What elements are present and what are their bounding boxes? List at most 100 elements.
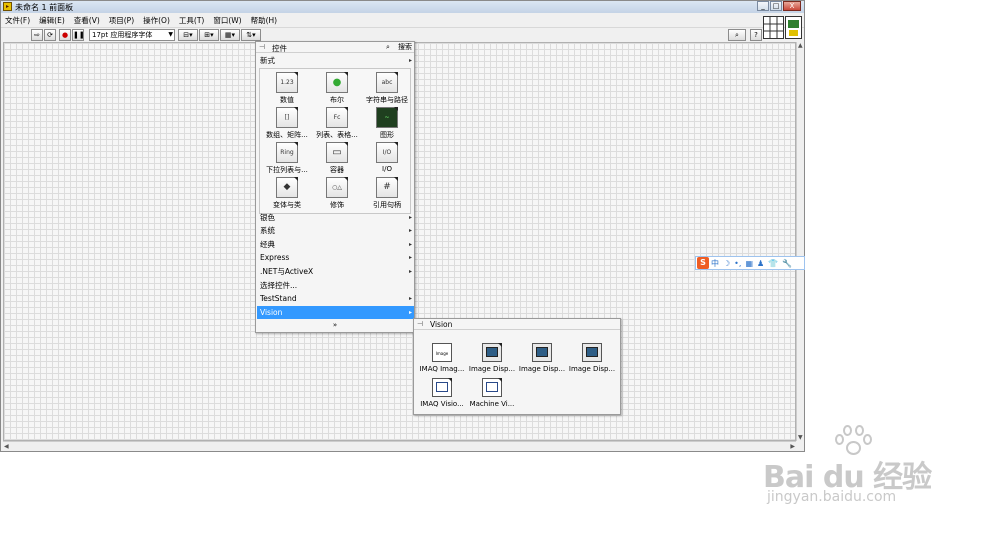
palette-icon-numeric[interactable]: 1.23 数值 bbox=[261, 70, 313, 106]
submenu-arrow-icon: ▸ bbox=[408, 57, 412, 64]
ime-toolbar: S 中 ☽ •, ▦ ♟ 👕 🔧 bbox=[695, 256, 805, 270]
wrench-icon[interactable]: 🔧 bbox=[782, 259, 792, 268]
menu-help[interactable]: 帮助(H) bbox=[247, 14, 283, 26]
watermark-url: jingyan.baidu.com bbox=[767, 489, 897, 505]
palette-icon-ring-enum[interactable]: Ring 下拉列表与... bbox=[261, 140, 313, 176]
resize-objects-icon[interactable]: ▦▾ bbox=[220, 29, 240, 41]
abort-icon[interactable]: ● bbox=[59, 29, 71, 41]
palette-icon-decorations[interactable]: ○△ 修饰 bbox=[311, 175, 363, 211]
title-bar: ▸ 未命名 1 前面板 _ □ X bbox=[1, 1, 804, 13]
menu-tools[interactable]: 工具(T) bbox=[175, 14, 209, 26]
skin-icon[interactable]: 👕 bbox=[768, 259, 778, 268]
baidu-watermark: Bai du 经验 jingyan.baidu.com bbox=[763, 425, 963, 515]
menu-window[interactable]: 窗口(W) bbox=[209, 14, 246, 26]
keyboard-icon[interactable]: ▦ bbox=[745, 259, 753, 268]
vision-palette-title: Vision bbox=[430, 320, 453, 329]
palette-icon-variant-class[interactable]: ◆ 变体与类 bbox=[261, 175, 313, 211]
reorder-icon[interactable]: ⇅▾ bbox=[241, 29, 261, 41]
font-selector[interactable]: 17pt 应用程序字体 ▼ bbox=[89, 29, 175, 41]
palette-header: ⊣ 控件 ⌕ 搜索 bbox=[256, 42, 414, 53]
vision-palette-header: ⊣ Vision bbox=[414, 319, 620, 330]
palette-icon-refnum[interactable]: # 引用句柄 bbox=[361, 175, 413, 211]
user-icon[interactable]: ♟ bbox=[757, 259, 764, 268]
imaq-image-icon: Image bbox=[435, 351, 449, 356]
palette-icon-graph[interactable]: ~ 图形 bbox=[361, 105, 413, 141]
scroll-up-icon[interactable]: ▲ bbox=[798, 42, 803, 49]
labview-app-icon: ▸ bbox=[3, 2, 12, 11]
expand-more-icon[interactable]: » bbox=[256, 321, 414, 329]
vision-icon-imaq-vision[interactable]: IMAQ Visio... bbox=[416, 375, 468, 411]
category-silver[interactable]: 银色 ▸ bbox=[257, 211, 414, 224]
ime-chinese-mode[interactable]: 中 bbox=[711, 258, 719, 269]
palette-icon-io[interactable]: I/O I/O bbox=[361, 140, 413, 176]
submenu-arrow-icon: ▸ bbox=[408, 254, 412, 261]
submenu-arrow-icon: ▸ bbox=[408, 214, 412, 221]
menu-project[interactable]: 项目(P) bbox=[105, 14, 139, 26]
search-icon[interactable]: ⌕ bbox=[728, 29, 746, 41]
help-icon[interactable]: ? bbox=[750, 29, 762, 41]
sogou-logo-icon[interactable]: S bbox=[697, 257, 709, 269]
search-label: 搜索 bbox=[398, 43, 412, 51]
run-continuously-icon[interactable]: ⟳ bbox=[44, 29, 56, 41]
font-selector-value: 17pt 应用程序字体 bbox=[92, 31, 153, 39]
menu-edit[interactable]: 编辑(E) bbox=[35, 14, 70, 26]
vision-icon-image-display-3[interactable]: Image Disp... bbox=[566, 340, 618, 376]
palette-icon-boolean[interactable]: ● 布尔 bbox=[311, 70, 363, 106]
category-teststand[interactable]: TestStand ▸ bbox=[257, 292, 414, 305]
category-modern[interactable]: 新式 ▸ bbox=[257, 54, 414, 67]
pushpin-icon[interactable]: ⊣ bbox=[417, 320, 423, 328]
vision-icon-image-display-2[interactable]: Image Disp... bbox=[516, 340, 568, 376]
palette-title: 控件 bbox=[272, 44, 287, 53]
moon-icon[interactable]: ☽ bbox=[723, 259, 730, 268]
category-classic[interactable]: 经典 ▸ bbox=[257, 238, 414, 251]
submenu-arrow-icon: ▸ bbox=[408, 227, 412, 234]
palette-icon-list-table[interactable]: Fc 列表、表格... bbox=[311, 105, 363, 141]
palette-icon-string-path[interactable]: abc 字符串与路径 bbox=[361, 70, 413, 106]
modern-subpalette: 1.23 数值 ● 布尔 abc 字符串与路径 [] 数组、矩阵... Fc 列… bbox=[259, 68, 411, 214]
imaq-vision-icon bbox=[436, 382, 448, 392]
search-button[interactable]: ⌕ 搜索 bbox=[385, 42, 413, 52]
machine-vision-icon bbox=[486, 382, 498, 392]
vertical-scrollbar[interactable]: ▲ ▼ bbox=[796, 42, 804, 441]
minimize-button[interactable]: _ bbox=[757, 1, 769, 11]
horizontal-scrollbar[interactable]: ◀ ▶ bbox=[3, 441, 796, 450]
category-system[interactable]: 系统 ▸ bbox=[257, 224, 414, 237]
scroll-left-icon[interactable]: ◀ bbox=[4, 443, 9, 450]
search-icon: ⌕ bbox=[386, 43, 390, 51]
run-arrow-icon[interactable]: ⇨ bbox=[31, 29, 43, 41]
menu-operate[interactable]: 操作(O) bbox=[139, 14, 175, 26]
image-display-icon bbox=[536, 347, 548, 357]
category-select-control[interactable]: 选择控件... bbox=[257, 279, 414, 292]
controls-palette: ⊣ 控件 ⌕ 搜索 新式 ▸ 1.23 数值 ● 布尔 abc 字符串与路径 [… bbox=[255, 41, 415, 333]
submenu-arrow-icon: ▸ bbox=[408, 309, 412, 316]
image-display-icon bbox=[486, 347, 498, 357]
category-express[interactable]: Express ▸ bbox=[257, 251, 414, 264]
pushpin-icon[interactable]: ⊣ bbox=[259, 43, 265, 51]
connector-pane-icon[interactable] bbox=[763, 16, 803, 40]
pause-icon[interactable]: ❚❚ bbox=[72, 29, 85, 41]
category-label: 新式 bbox=[260, 56, 275, 65]
vision-icon-machine-vision[interactable]: Machine Vi... bbox=[466, 375, 518, 411]
submenu-arrow-icon: ▸ bbox=[408, 295, 412, 302]
menu-file[interactable]: 文件(F) bbox=[1, 14, 35, 26]
toolbar: ⇨ ⟳ ● ❚❚ 17pt 应用程序字体 ▼ ⊟▾ ⊞▾ ▦▾ ⇅▾ ⌕ ? bbox=[1, 27, 804, 42]
punctuation-icon[interactable]: •, bbox=[734, 259, 741, 268]
window-title: 未命名 1 前面板 bbox=[15, 3, 74, 12]
align-objects-icon[interactable]: ⊟▾ bbox=[178, 29, 198, 41]
chevron-down-icon: ▼ bbox=[168, 31, 173, 38]
palette-icon-containers[interactable]: ▭ 容器 bbox=[311, 140, 363, 176]
vision-palette: ⊣ Vision Image IMAQ Imag... Image Disp..… bbox=[413, 318, 621, 415]
image-display-icon bbox=[586, 347, 598, 357]
palette-icon-array-matrix[interactable]: [] 数组、矩阵... bbox=[261, 105, 313, 141]
maximize-button[interactable]: □ bbox=[770, 1, 782, 11]
menu-bar: 文件(F) 编辑(E) 查看(V) 项目(P) 操作(O) 工具(T) 窗口(W… bbox=[1, 14, 282, 26]
category-dotnet-activex[interactable]: .NET与ActiveX ▸ bbox=[257, 265, 414, 278]
close-button[interactable]: X bbox=[783, 1, 801, 11]
distribute-objects-icon[interactable]: ⊞▾ bbox=[199, 29, 219, 41]
vision-icon-imaq-image[interactable]: Image IMAQ Imag... bbox=[416, 340, 468, 376]
category-vision[interactable]: Vision ▸ bbox=[257, 306, 414, 319]
submenu-arrow-icon: ▸ bbox=[408, 241, 412, 248]
submenu-arrow-icon: ▸ bbox=[408, 268, 412, 275]
vision-icon-image-display-1[interactable]: Image Disp... bbox=[466, 340, 518, 376]
menu-view[interactable]: 查看(V) bbox=[70, 14, 105, 26]
